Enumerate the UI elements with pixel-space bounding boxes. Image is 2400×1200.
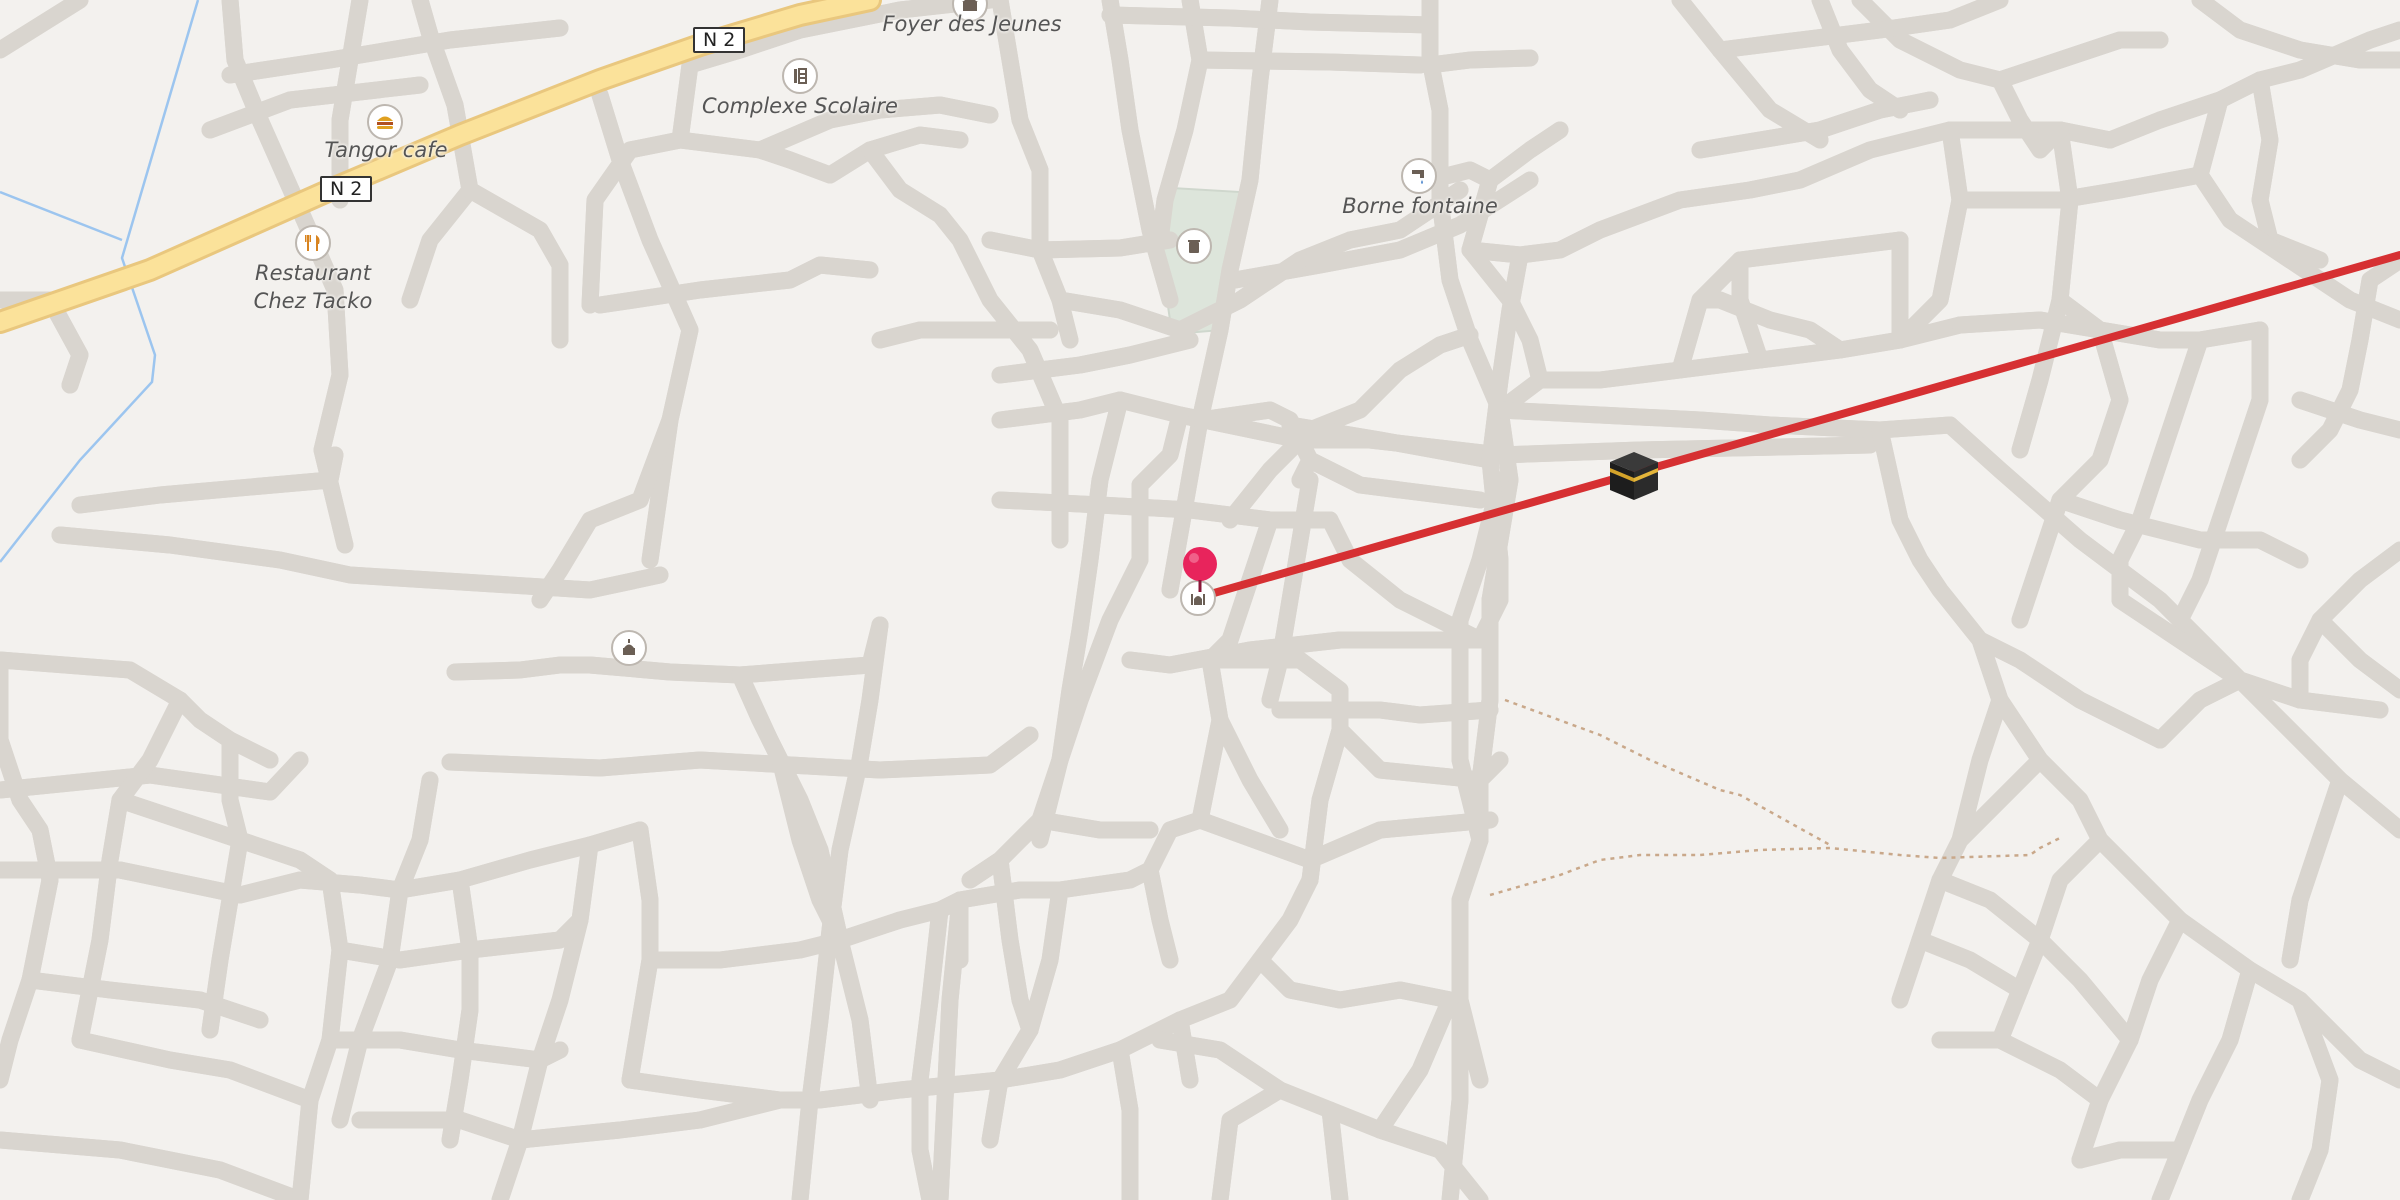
restaurant-icon[interactable] — [295, 225, 331, 261]
fast-food-icon[interactable] — [367, 104, 403, 140]
location-marker-icon[interactable] — [1180, 544, 1220, 592]
cemetery-icon[interactable] — [1176, 228, 1212, 264]
water-tap-icon[interactable] — [1401, 158, 1437, 194]
poi-label-complexe[interactable]: Complexe Scolaire — [702, 92, 898, 120]
poi-label-restaurant-line2: Chez Tacko — [253, 289, 373, 313]
school-icon[interactable] — [782, 58, 818, 94]
poi-label-tangor[interactable]: Tangor cafe — [324, 136, 447, 164]
mosque-west-icon[interactable] — [611, 630, 647, 666]
road-shield-n2-left: N 2 — [320, 176, 373, 202]
road-shield-n2-top: N 2 — [693, 27, 746, 53]
poi-label-foyer[interactable]: Foyer des Jeunes — [882, 10, 1061, 38]
poi-label-restaurant[interactable]: Restaurant Chez Tacko — [254, 259, 373, 315]
kaaba-icon[interactable] — [1606, 448, 1662, 504]
poi-label-borne[interactable]: Borne fontaine — [1342, 192, 1498, 220]
poi-label-restaurant-line1: Restaurant — [255, 261, 371, 285]
map-canvas[interactable]: N 2 N 2 Foyer des Jeunes Complexe Scolai… — [0, 0, 2400, 1200]
